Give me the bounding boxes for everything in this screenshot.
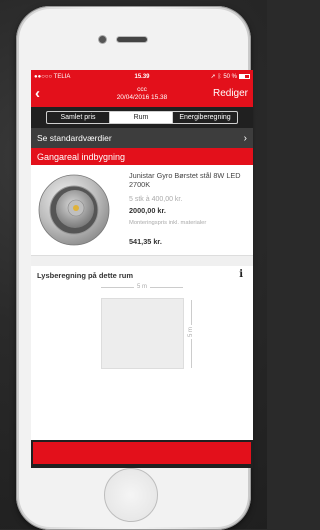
spacer xyxy=(31,256,253,266)
room-height-label: 5 m xyxy=(188,325,194,340)
product-item[interactable]: Junistar Gyro Børstet stål 8W LED 2700K … xyxy=(31,165,253,256)
lighting-calc-section: Lysberegning på dette rum i 5 m 5 m xyxy=(31,266,253,386)
tab-energiberegning[interactable]: Energiberegning xyxy=(173,112,237,123)
mount-value: 541,35 kr. xyxy=(129,237,162,246)
room-width-label-wrap: 5 m xyxy=(101,284,183,290)
edit-button[interactable]: Rediger xyxy=(213,88,248,99)
back-arrow-icon[interactable]: ‹ xyxy=(35,86,40,101)
standard-values-row[interactable]: Se standardværdier › xyxy=(31,128,253,148)
nav-title-date: 20/04/2016 15.38 xyxy=(116,94,168,101)
downlight-image xyxy=(38,174,110,246)
product-total: 2000,00 kr. xyxy=(129,206,166,215)
nav-title-name: ccc xyxy=(137,86,147,93)
section-title: Gangareal indbygning xyxy=(37,151,126,162)
bottom-bar xyxy=(31,440,253,468)
speaker-grille xyxy=(117,37,147,42)
nav-bar: ‹ ccc 20/04/2016 15.38 Rediger xyxy=(31,83,253,107)
tab-samlet-pris[interactable]: Samlet pris xyxy=(47,112,110,123)
battery-icon xyxy=(239,74,250,79)
top-bar: ●●○○○ TELIA 15.39 ➚ ᛒ 50 % ‹ ccc 20/04/2… xyxy=(31,70,253,107)
product-qty-price: 5 stk à 400,00 kr. xyxy=(129,196,183,203)
home-button[interactable] xyxy=(104,468,158,522)
nav-title: ccc 20/04/2016 15.38 xyxy=(71,86,213,102)
camera-icon xyxy=(99,36,106,43)
segment-bar: Samlet pris Rum Energiberegning xyxy=(31,107,253,128)
segmented-control: Samlet pris Rum Energiberegning xyxy=(46,111,238,124)
lighting-title: Lysberegning på dette rum xyxy=(37,271,133,280)
tab-rum[interactable]: Rum xyxy=(110,112,173,123)
room-height-label-wrap: 5 m xyxy=(188,322,194,342)
room-floorplan xyxy=(101,298,184,369)
chevron-right-icon: › xyxy=(243,132,247,144)
mount-label: Monteringspris inkl. materialer xyxy=(129,220,207,226)
standard-values-label: Se standardværdier xyxy=(37,133,112,143)
section-header: Gangareal indbygning xyxy=(31,148,253,165)
app-screen: ●●○○○ TELIA 15.39 ➚ ᛒ 50 % ‹ ccc 20/04/2… xyxy=(31,70,253,468)
product-name: Junistar Gyro Børstet stål 8W LED 2700K xyxy=(129,171,241,189)
status-time: 15.39 xyxy=(134,73,150,80)
status-bar: ●●○○○ TELIA 15.39 ➚ ᛒ 50 % xyxy=(31,70,253,83)
bottom-action-button[interactable] xyxy=(33,442,251,464)
room-width-label: 5 m xyxy=(133,284,150,290)
info-icon[interactable]: i xyxy=(239,269,243,280)
